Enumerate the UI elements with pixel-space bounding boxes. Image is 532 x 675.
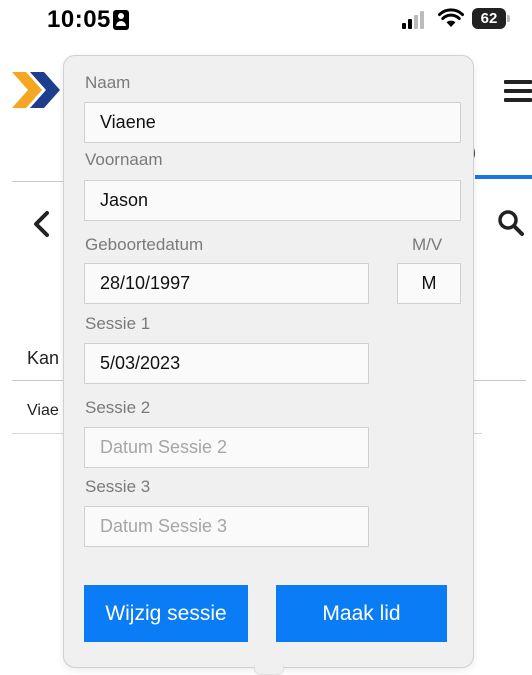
sessie3-input[interactable] [84,506,369,547]
voornaam-input[interactable] [84,180,461,221]
battery-indicator: 62 [472,8,510,29]
sessie1-input[interactable] [84,343,369,384]
search-icon[interactable] [497,208,525,238]
screen: 10:05 62 ) Kan Viae Naam Voornaam Geboor… [0,0,532,675]
wifi-icon [438,8,464,27]
sessie3-label: Sessie 3 [85,477,151,496]
gender-input[interactable] [397,263,461,304]
back-chevron-icon[interactable] [30,210,54,238]
naam-label: Naam [85,73,131,92]
sessie1-label: Sessie 1 [85,314,151,333]
naam-input[interactable] [84,102,461,143]
brand-logo-icon [12,72,60,108]
voornaam-label: Voornaam [85,150,163,169]
status-time: 10:05 [47,6,111,33]
hamburger-menu-icon[interactable] [504,80,532,102]
geboortedatum-input[interactable] [84,263,369,304]
maak-lid-button[interactable]: Maak lid [276,585,447,642]
sessie2-label: Sessie 2 [85,398,151,417]
sessie2-input[interactable] [84,427,369,468]
wijzig-sessie-button[interactable]: Wijzig sessie [84,585,248,642]
geboortedatum-label: Geboortedatum [85,235,204,254]
modal-handle [254,665,284,675]
background-active-tab-indicator [475,175,532,179]
contact-card-icon [113,10,129,30]
background-table-row[interactable]: Viae [27,402,64,420]
cellular-signal-icon [402,11,428,29]
gender-label: M/V [412,235,443,254]
background-table-header: Kan [27,348,60,368]
